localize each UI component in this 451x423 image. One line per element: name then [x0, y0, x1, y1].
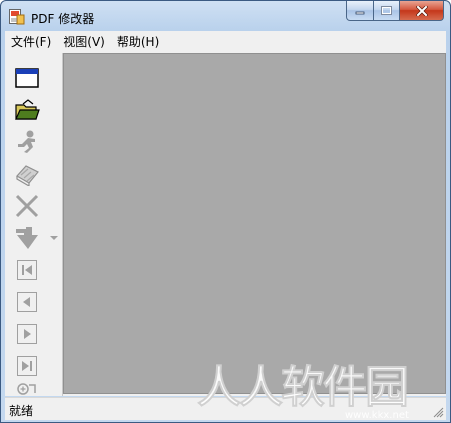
- first-page-button[interactable]: [12, 255, 42, 285]
- stamp-button[interactable]: [12, 127, 42, 157]
- erase-button[interactable]: [12, 159, 42, 189]
- document-canvas[interactable]: [63, 53, 446, 394]
- maximize-icon: [381, 6, 392, 15]
- minimize-button[interactable]: [346, 1, 374, 21]
- pdf-app-icon: [9, 9, 25, 25]
- status-text: 就绪: [9, 404, 34, 418]
- close-icon: [415, 5, 428, 16]
- minimize-icon: [355, 11, 365, 14]
- previous-page-button[interactable]: [12, 287, 42, 317]
- title-bar[interactable]: PDF 修改器: [1, 1, 450, 31]
- zoom-in-button[interactable]: [12, 379, 42, 395]
- open-button[interactable]: [12, 95, 42, 125]
- menu-file[interactable]: 文件(F): [5, 33, 57, 50]
- maximize-button[interactable]: [374, 1, 400, 21]
- status-bar: 就绪: [5, 397, 446, 420]
- erase-icon: [16, 165, 39, 186]
- zoom-in-icon: [17, 383, 36, 395]
- new-window-icon: [15, 68, 39, 88]
- menu-bar: 文件(F) 视图(V) 帮助(H): [5, 31, 446, 51]
- next-page-button[interactable]: [12, 319, 42, 349]
- previous-page-icon: [17, 292, 37, 312]
- delete-button[interactable]: [12, 191, 42, 221]
- delete-x-icon: [15, 194, 39, 218]
- resize-grip-icon[interactable]: [432, 406, 444, 418]
- last-page-icon: [17, 356, 37, 376]
- stamp-icon: [18, 130, 35, 153]
- last-page-button[interactable]: [12, 351, 42, 381]
- side-toolbar: [8, 53, 63, 396]
- menu-help[interactable]: 帮助(H): [111, 33, 165, 50]
- close-button[interactable]: [400, 1, 444, 21]
- download-arrow-icon: [16, 227, 38, 249]
- next-page-icon: [17, 324, 37, 344]
- new-window-button[interactable]: [12, 63, 42, 93]
- app-window: PDF 修改器 文件(F) 视图(V) 帮助(H) 就绪: [0, 0, 451, 423]
- chevron-down-icon: [50, 235, 58, 240]
- caption-buttons: [346, 1, 444, 21]
- menu-view[interactable]: 视图(V): [57, 33, 111, 50]
- export-button[interactable]: [12, 223, 42, 253]
- window-title: PDF 修改器: [31, 12, 95, 26]
- export-dropdown-button[interactable]: [49, 233, 59, 243]
- first-page-icon: [17, 260, 37, 280]
- open-folder-icon: [15, 99, 40, 120]
- client-area: [5, 51, 446, 396]
